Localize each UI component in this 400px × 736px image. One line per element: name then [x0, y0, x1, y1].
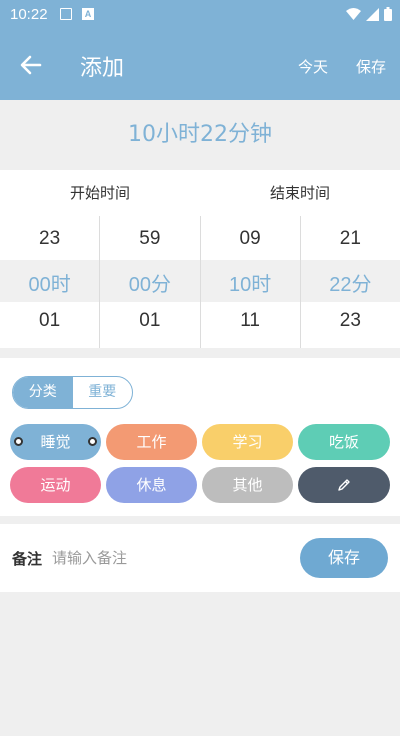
header-save-button[interactable]: 保存 — [356, 56, 386, 77]
wheel-value-selected[interactable]: 00时 — [0, 268, 99, 297]
wheel-value-above[interactable]: 59 — [100, 228, 199, 250]
image-notification-icon — [60, 8, 72, 20]
selected-marker-icon — [88, 437, 97, 446]
wheel-value-below[interactable]: 01 — [100, 310, 199, 332]
wheel-value-above[interactable]: 23 — [0, 228, 99, 250]
page-title: 添加 — [80, 56, 125, 81]
signal-icon — [366, 7, 379, 21]
duration-display: 10小时22分钟 — [128, 122, 272, 147]
start-hour-wheel[interactable]: 23 00时 01 — [0, 216, 101, 348]
wifi-icon — [346, 7, 361, 20]
wheel-value-selected[interactable]: 00分 — [100, 268, 199, 297]
start-time-label: 开始时间 — [69, 184, 130, 202]
note-label: 备注 — [12, 550, 43, 568]
chip-label: 学习 — [232, 433, 263, 451]
chip-label: 工作 — [136, 433, 167, 451]
category-chip-sleep[interactable]: 睡觉 — [10, 424, 101, 460]
wheel-value-below[interactable]: 01 — [0, 310, 99, 332]
chip-label: 吃饭 — [328, 433, 359, 451]
save-button[interactable]: 保存 — [300, 538, 388, 578]
start-minute-wheel[interactable]: 59 00分 01 — [100, 216, 201, 348]
app-notification-icon: A — [82, 8, 94, 20]
category-segment-control: 分类 重要 — [12, 376, 133, 409]
category-chip-edit[interactable] — [298, 467, 390, 503]
category-chip-eat[interactable]: 吃饭 — [298, 424, 390, 460]
category-chip-sport[interactable]: 运动 — [10, 467, 101, 503]
wheel-value-above[interactable]: 21 — [301, 228, 400, 250]
chip-label: 其他 — [232, 476, 263, 494]
chip-label: 休息 — [136, 476, 167, 494]
wheel-value-below[interactable]: 23 — [301, 310, 400, 332]
note-input[interactable] — [52, 544, 282, 572]
category-chip-study[interactable]: 学习 — [202, 424, 293, 460]
status-bar: 10:22 A — [0, 0, 400, 30]
wheel-value-above[interactable]: 09 — [201, 228, 300, 250]
status-icons — [346, 7, 392, 21]
end-hour-wheel[interactable]: 09 10时 11 — [201, 216, 301, 348]
time-labels: 开始时间 结束时间 — [0, 170, 400, 216]
category-chip-rest[interactable]: 休息 — [106, 467, 197, 503]
category-tab[interactable]: 分类 — [13, 377, 73, 408]
important-tab[interactable]: 重要 — [73, 377, 133, 408]
wheel-value-below[interactable]: 11 — [201, 310, 300, 332]
today-button[interactable]: 今天 — [298, 56, 328, 77]
note-section: 备注 保存 — [0, 524, 400, 592]
category-chip-work[interactable]: 工作 — [106, 424, 197, 460]
pencil-icon — [338, 479, 350, 491]
end-time-label: 结束时间 — [269, 184, 330, 202]
chip-label: 睡觉 — [40, 433, 71, 451]
end-minute-wheel[interactable]: 21 22分 23 — [301, 216, 400, 348]
time-picker: 23 00时 01 59 00分 01 09 10时 11 21 22分 23 — [0, 216, 400, 348]
back-arrow-icon[interactable] — [18, 52, 44, 78]
category-chip-other[interactable]: 其他 — [202, 467, 293, 503]
app-bar: 添加 今天 保存 — [0, 30, 400, 100]
wheel-value-selected[interactable]: 10时 — [201, 268, 300, 297]
wheel-value-selected[interactable]: 22分 — [301, 268, 400, 297]
selected-marker-icon — [14, 437, 23, 446]
chip-label: 运动 — [40, 476, 71, 494]
status-time: 10:22 — [10, 6, 48, 23]
battery-icon — [384, 7, 392, 21]
